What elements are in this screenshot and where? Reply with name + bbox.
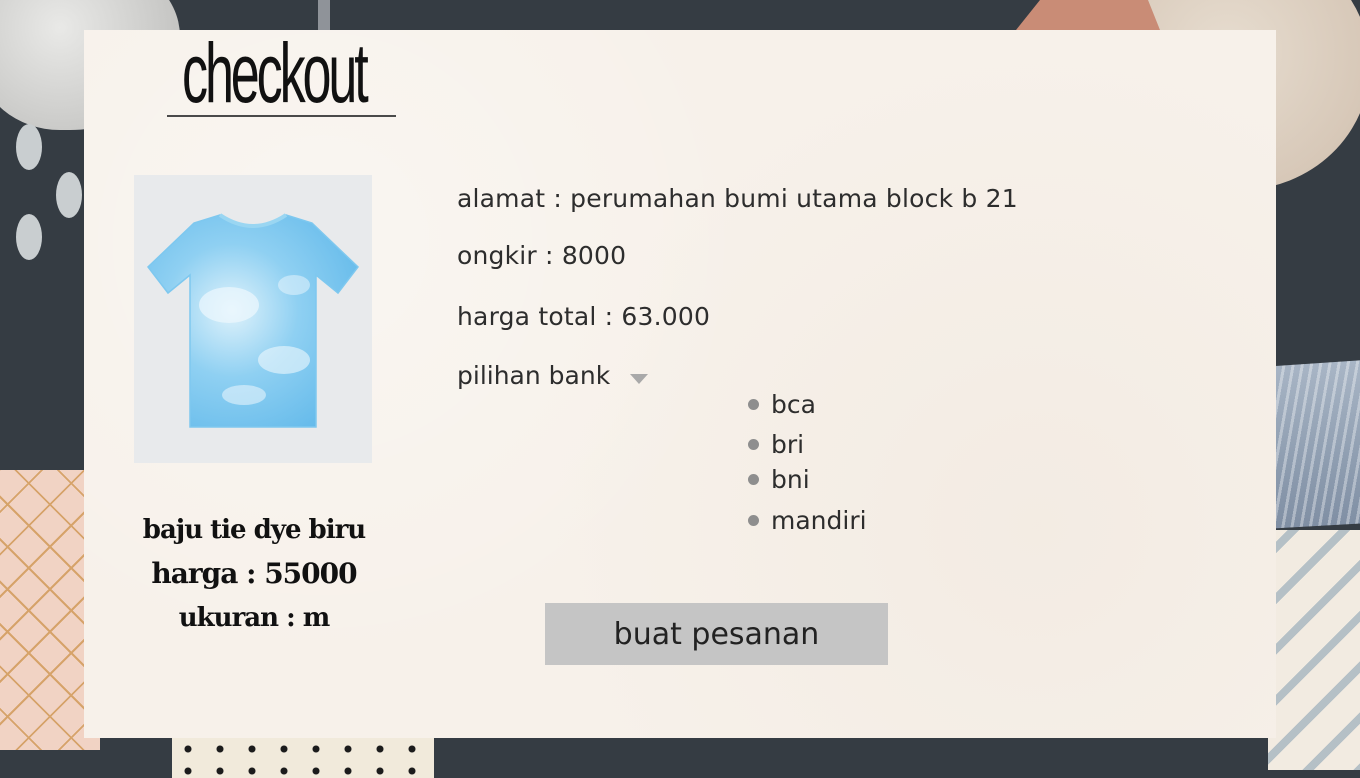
total-price-text: harga total : 63.000 — [457, 302, 711, 331]
chevron-down-icon — [630, 374, 649, 384]
bank-option-label: bni — [771, 465, 810, 494]
leaf-pattern-decoration — [1268, 530, 1360, 770]
product-name: baju tie dye biru — [142, 515, 366, 545]
product-image — [134, 175, 372, 463]
bullet-icon — [748, 515, 759, 526]
shipping-cost-text: ongkir : 8000 — [457, 241, 627, 270]
page-title: checkout — [182, 26, 369, 120]
bullet-icon — [748, 474, 759, 485]
address-text: alamat : perumahan bumi utama block b 21 — [457, 184, 1018, 213]
blob-decoration — [16, 214, 42, 260]
peach-shape-decoration — [1016, 0, 1160, 30]
bullet-icon — [748, 399, 759, 410]
tshirt-icon — [146, 213, 360, 428]
product-size: ukuran : m — [178, 603, 330, 633]
background-strip — [434, 738, 1224, 778]
product-price: harga : 55000 — [151, 557, 357, 590]
bank-option-mandiri[interactable]: mandiri — [748, 506, 867, 535]
title-underline — [167, 115, 396, 117]
bank-option-bni[interactable]: bni — [748, 465, 810, 494]
bank-option-bri[interactable]: bri — [748, 430, 804, 459]
bank-option-bca[interactable]: bca — [748, 390, 816, 419]
blob-decoration — [16, 124, 42, 170]
product-info: baju tie dye biru harga : 55000 ukuran :… — [120, 508, 388, 640]
bank-dropdown[interactable]: pilihan bank — [457, 358, 649, 392]
dot-pattern-decoration — [172, 738, 434, 778]
place-order-button[interactable]: buat pesanan — [545, 603, 888, 665]
bullet-icon — [748, 439, 759, 450]
bank-option-label: bca — [771, 390, 816, 419]
blob-decoration — [56, 172, 82, 218]
bank-dropdown-label: pilihan bank — [457, 360, 611, 390]
bank-option-label: bri — [771, 430, 805, 459]
bank-option-label: mandiri — [771, 506, 867, 535]
